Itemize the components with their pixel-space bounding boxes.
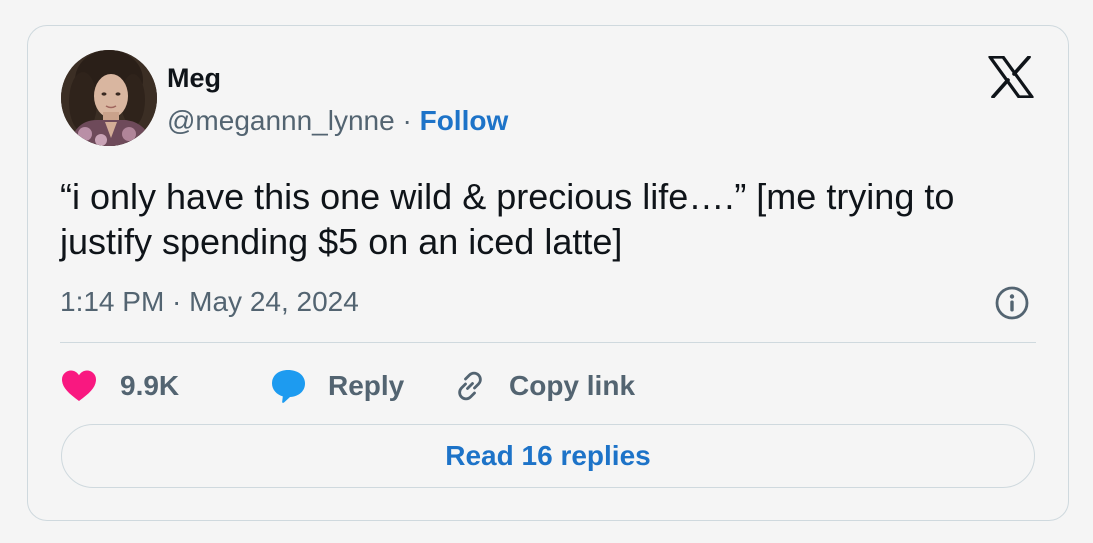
like-count: 9.9K — [120, 370, 180, 401]
read-replies-button[interactable]: Read 16 replies — [61, 424, 1035, 488]
heart-icon — [62, 370, 96, 401]
avatar-photo — [61, 50, 157, 146]
action-bar: 9.9K Reply Copy link — [60, 362, 760, 410]
copy-link-button[interactable]: Copy link — [453, 362, 635, 410]
link-icon — [458, 371, 482, 401]
like-button[interactable]: 9.9K — [60, 362, 179, 410]
author-avatar[interactable] — [61, 50, 157, 146]
info-icon[interactable] — [995, 286, 1029, 320]
tweet-embed-card: Meg @megannn_lynne · Follow “i only have… — [27, 25, 1069, 521]
author-name[interactable]: Meg — [167, 62, 221, 94]
tweet-timestamp[interactable]: 1:14 PM · May 24, 2024 — [60, 285, 359, 319]
copy-link-label: Copy link — [509, 370, 636, 401]
author-handle[interactable]: @megannn_lynne — [167, 105, 395, 136]
reply-label: Reply — [328, 370, 405, 401]
author-handle-row: @megannn_lynne · Follow — [167, 104, 508, 138]
handle-separator: · — [394, 105, 420, 136]
reply-bubble-icon — [272, 370, 305, 403]
tweet-text: “i only have this one wild & precious li… — [60, 176, 955, 262]
x-logo-icon[interactable] — [988, 55, 1034, 99]
divider — [60, 342, 1036, 343]
follow-button[interactable]: Follow — [420, 105, 509, 136]
reply-button[interactable]: Reply — [270, 362, 404, 410]
